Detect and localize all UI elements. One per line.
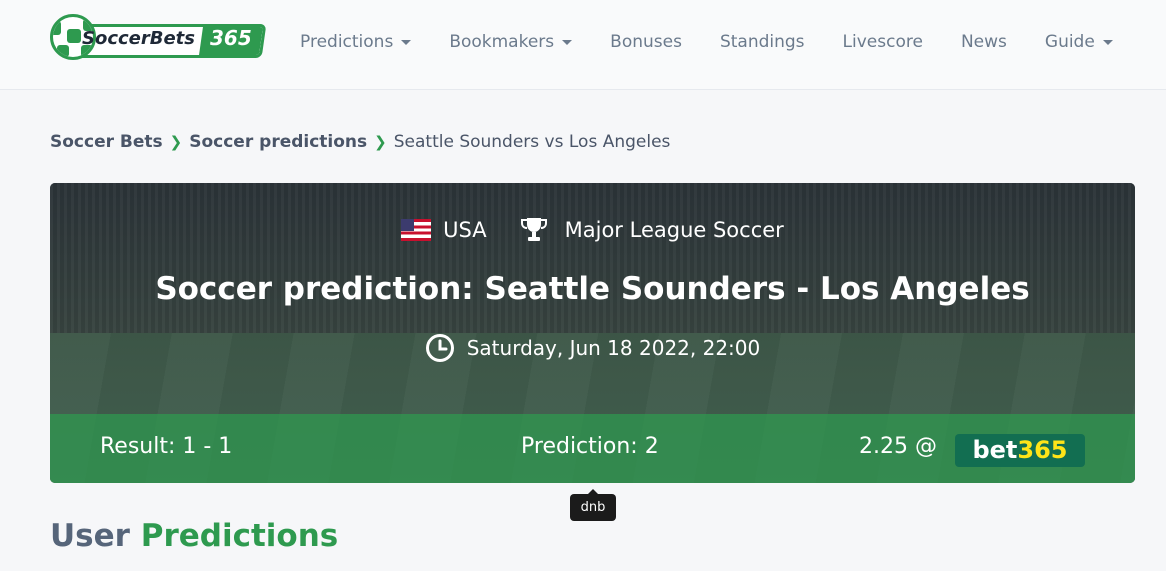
nav-label: Guide xyxy=(1044,32,1095,52)
caret-down-icon xyxy=(1102,39,1113,45)
nav-predictions[interactable]: Predictions xyxy=(300,30,412,54)
breadcrumb-soccer-predictions[interactable]: Soccer predictions xyxy=(189,132,367,152)
breadcrumb-current: Seattle Sounders vs Los Angeles xyxy=(393,132,671,152)
usa-flag-icon xyxy=(401,219,432,241)
user-predictions-heading: User Predictions xyxy=(50,518,338,554)
match-country[interactable]: USA xyxy=(443,218,486,242)
match-date-text: Saturday, Jun 18 2022, 22:00 xyxy=(466,336,761,360)
chevron-right-icon: ❯ xyxy=(374,133,387,151)
match-odds: 2.25 @ xyxy=(859,434,937,459)
bet365-logo-button[interactable]: bet365 xyxy=(955,434,1085,467)
bookmaker-text-b: 365 xyxy=(1017,436,1068,464)
match-datetime: Saturday, Jun 18 2022, 22:00 xyxy=(50,333,1135,363)
logo-number: 365 xyxy=(210,26,252,50)
breadcrumb: Soccer Bets ❯ Soccer predictions ❯ Seatt… xyxy=(50,132,670,152)
nav-livescore[interactable]: Livescore xyxy=(843,30,923,54)
nav-standings[interactable]: Standings xyxy=(720,30,805,54)
site-logo[interactable]: SoccerBets 365 xyxy=(50,14,267,60)
nav-label: Predictions xyxy=(300,32,394,52)
prediction-tooltip: dnb xyxy=(570,489,616,521)
clock-icon xyxy=(425,334,454,362)
result-bar: Result: 1 - 1 Prediction: 2 2.25 @ bet36… xyxy=(50,414,1135,483)
site-header: SoccerBets 365 Predictions Bookmakers Bo… xyxy=(0,0,1166,90)
nav-news[interactable]: News xyxy=(961,30,1007,54)
main-nav: Predictions Bookmakers Bonuses Standings… xyxy=(300,30,1151,54)
bookmaker-text-a: bet xyxy=(972,436,1018,464)
logo-text: SoccerBets xyxy=(82,28,196,49)
chevron-right-icon: ❯ xyxy=(169,133,183,151)
match-meta: USA Major League Soccer xyxy=(50,215,1135,245)
stadium-background xyxy=(50,183,1135,333)
breadcrumb-soccer-bets[interactable]: Soccer Bets xyxy=(50,132,163,152)
nav-guide[interactable]: Guide xyxy=(1045,30,1113,54)
nav-label: Livescore xyxy=(842,32,923,52)
match-hero: USA Major League Soccer Soccer predictio… xyxy=(50,183,1135,483)
heading-part-b: Predictions xyxy=(140,518,339,554)
trophy-icon xyxy=(520,218,547,241)
page-title: Soccer prediction: Seattle Sounders - Lo… xyxy=(155,271,1030,307)
match-league[interactable]: Major League Soccer xyxy=(565,218,784,242)
match-result: Result: 1 - 1 xyxy=(100,434,233,459)
heading-part-a: User xyxy=(50,518,130,554)
nav-label: News xyxy=(960,32,1007,52)
nav-bookmakers[interactable]: Bookmakers xyxy=(449,30,573,54)
nav-label: Standings xyxy=(719,32,805,52)
nav-label: Bonuses xyxy=(610,32,682,52)
nav-bonuses[interactable]: Bonuses xyxy=(610,30,682,54)
nav-label: Bookmakers xyxy=(449,32,555,52)
caret-down-icon xyxy=(401,39,412,45)
match-prediction[interactable]: Prediction: 2 xyxy=(521,434,659,459)
caret-down-icon xyxy=(562,39,573,45)
